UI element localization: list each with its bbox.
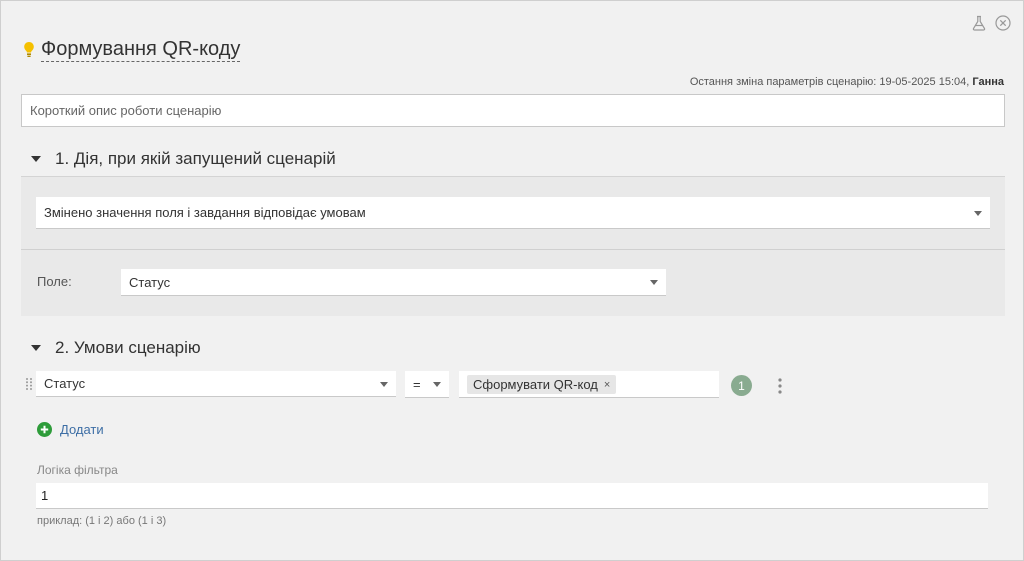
title-row: Формування QR-коду <box>23 37 241 62</box>
page-title[interactable]: Формування QR-коду <box>41 37 241 62</box>
condition-field-value: Статус <box>44 376 86 391</box>
field-select[interactable]: Статус <box>121 269 666 296</box>
collapse-triangle-icon[interactable] <box>31 156 41 162</box>
description-input[interactable] <box>21 94 1005 127</box>
lightbulb-icon <box>24 41 34 57</box>
chevron-down-icon <box>433 382 441 387</box>
field-label: Поле: <box>37 274 72 289</box>
section1-header[interactable]: 1. Дія, при якій запущений сценарій <box>31 149 336 169</box>
filter-logic-label: Логіка фільтра <box>37 463 118 477</box>
value-tag: Сформувати QR-код × <box>467 375 617 394</box>
plus-circle-icon <box>37 422 52 437</box>
add-condition-button[interactable]: Додати <box>37 422 104 437</box>
trigger-panel: Змінено значення поля і завдання відпові… <box>21 177 1005 249</box>
section1-title: 1. Дія, при якій запущений сценарій <box>55 149 336 168</box>
add-condition-label: Додати <box>60 422 104 437</box>
trigger-select-value: Змінено значення поля і завдання відпові… <box>44 205 366 220</box>
filter-logic-example: приклад: (1 і 2) або (1 і 3) <box>37 515 167 527</box>
window-controls <box>971 15 1011 31</box>
condition-field-select[interactable]: Статус <box>36 371 396 397</box>
last-change-info: Остання зміна параметрів сценарію: 19-05… <box>690 76 1004 88</box>
operator-select[interactable]: = <box>405 371 449 398</box>
chevron-down-icon <box>380 381 388 387</box>
filter-logic-input[interactable] <box>36 483 988 509</box>
flask-icon[interactable] <box>971 15 987 31</box>
chevron-down-icon <box>974 210 982 216</box>
condition-number-badge: 1 <box>731 375 752 396</box>
value-tag-label: Сформувати QR-код <box>473 377 598 392</box>
section2-header[interactable]: 2. Умови сценарію <box>31 338 201 358</box>
scenario-window: Формування QR-коду Остання зміна парамет… <box>0 0 1024 561</box>
kebab-menu-icon[interactable] <box>776 377 784 395</box>
condition-value-box[interactable]: Сформувати QR-код × <box>459 371 719 398</box>
remove-tag-icon[interactable]: × <box>604 379 610 391</box>
close-circle-icon[interactable] <box>995 15 1011 31</box>
collapse-triangle-icon[interactable] <box>31 345 41 351</box>
field-select-value: Статус <box>129 274 171 290</box>
section2-title: 2. Умови сценарію <box>55 338 201 357</box>
chevron-down-icon <box>650 280 658 285</box>
last-change-label: Остання зміна параметрів сценарію: 19-05… <box>689 76 970 88</box>
drag-handle-icon[interactable] <box>25 377 33 391</box>
trigger-select[interactable]: Змінено значення поля і завдання відпові… <box>36 197 990 229</box>
operator-value: = <box>413 376 421 392</box>
last-change-user: Ганна <box>972 76 1004 88</box>
